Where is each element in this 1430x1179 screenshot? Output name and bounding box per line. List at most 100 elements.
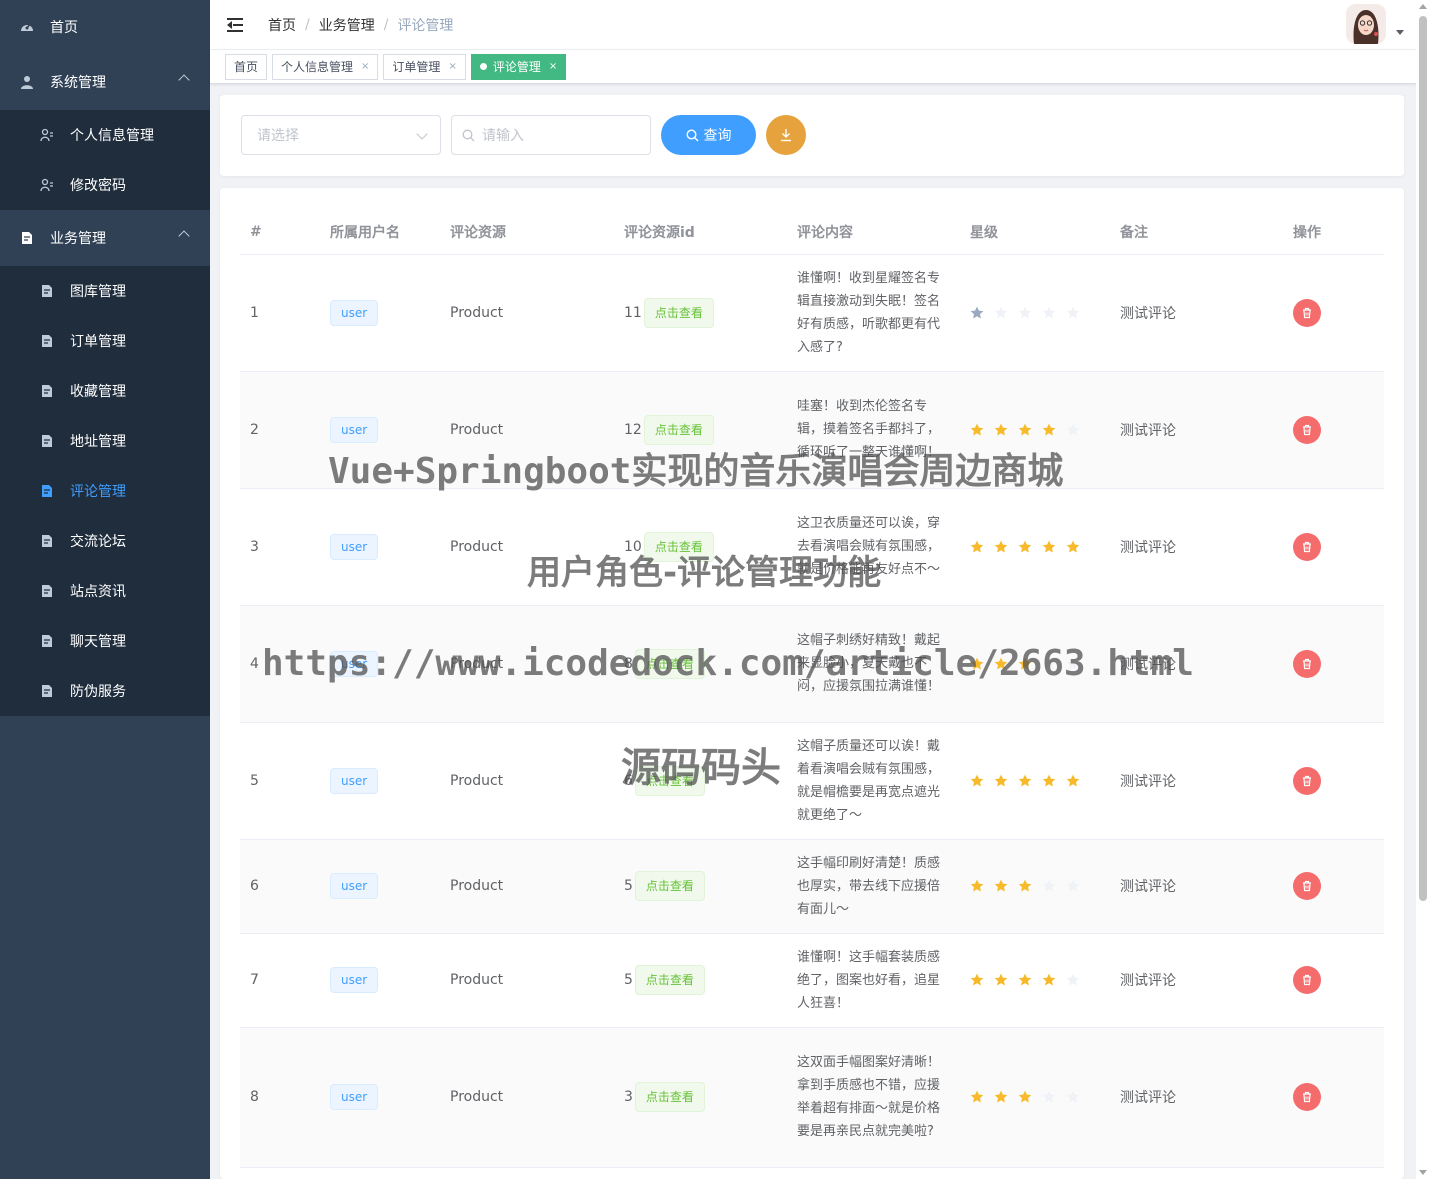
delete-button[interactable]: [1293, 966, 1321, 994]
scroll-up-icon[interactable]: [1419, 4, 1427, 9]
delete-button[interactable]: [1293, 298, 1321, 327]
star-filled-icon[interactable]: [970, 540, 984, 554]
tag-profile[interactable]: 个人信息管理 ×: [272, 53, 379, 80]
sidebar-item-orders[interactable]: 订单管理: [0, 316, 210, 366]
star-filled-icon[interactable]: [1018, 540, 1032, 554]
star-filled-icon[interactable]: [970, 774, 984, 788]
sidebar-item-comments[interactable]: 评论管理: [0, 466, 210, 516]
delete-button[interactable]: [1293, 1083, 1321, 1111]
view-resource-link[interactable]: 点击查看: [634, 871, 705, 901]
sidebar-item-addresses[interactable]: 地址管理: [0, 416, 210, 466]
breadcrumb-item[interactable]: 业务管理: [319, 15, 375, 35]
delete-button[interactable]: [1293, 532, 1321, 561]
scrollbar-thumb[interactable]: [1419, 16, 1427, 901]
star-filled-icon[interactable]: [994, 657, 1008, 671]
view-resource-link[interactable]: 点击查看: [634, 765, 705, 796]
hamburger-icon[interactable]: [227, 17, 245, 33]
star-filled-icon[interactable]: [1018, 774, 1032, 788]
delete-button[interactable]: [1293, 872, 1321, 900]
view-resource-link[interactable]: 点击查看: [643, 297, 714, 328]
close-icon[interactable]: ×: [361, 61, 369, 72]
page-scrollbar[interactable]: [1416, 0, 1430, 1179]
star-filled-icon[interactable]: [994, 1090, 1008, 1104]
sidebar-item-favorites[interactable]: 收藏管理: [0, 366, 210, 416]
star-filled-icon[interactable]: [970, 423, 984, 437]
star-filled-icon[interactable]: [970, 657, 984, 671]
star-empty-icon[interactable]: [1066, 657, 1080, 671]
star-filled-icon[interactable]: [1042, 973, 1056, 987]
star-empty-icon[interactable]: [1066, 973, 1080, 987]
resource-select[interactable]: 请选择: [241, 115, 441, 155]
tag-orders[interactable]: 订单管理 ×: [383, 53, 466, 80]
star-filled-icon[interactable]: [994, 879, 1008, 893]
view-resource-link[interactable]: 点击查看: [643, 531, 714, 562]
star-filled-icon[interactable]: [994, 423, 1008, 437]
sidebar-group-business[interactable]: 业务管理: [0, 210, 210, 266]
star-empty-icon[interactable]: [1066, 306, 1080, 320]
avatar[interactable]: [1346, 4, 1386, 44]
star-empty-icon[interactable]: [1018, 306, 1032, 320]
sidebar-item-password[interactable]: 修改密码: [0, 160, 210, 210]
star-filled-icon[interactable]: [1018, 423, 1032, 437]
star-empty-icon[interactable]: [1042, 879, 1056, 893]
tag-home[interactable]: 首页: [225, 53, 268, 80]
caret-down-icon[interactable]: [1396, 30, 1404, 35]
view-resource-link[interactable]: 点击查看: [634, 1082, 705, 1112]
sidebar-item-home[interactable]: 首页: [0, 0, 210, 54]
scroll-down-icon[interactable]: [1419, 1170, 1427, 1175]
close-icon[interactable]: ×: [448, 61, 456, 72]
delete-button[interactable]: [1293, 649, 1321, 678]
star-filled-icon[interactable]: [1042, 774, 1056, 788]
star-empty-icon[interactable]: [1066, 1090, 1080, 1104]
search-input[interactable]: 请输入: [451, 115, 651, 155]
star-rating[interactable]: [970, 657, 1110, 671]
star-rating[interactable]: [970, 306, 1110, 320]
star-empty-icon[interactable]: [1042, 1090, 1056, 1104]
star-filled-icon[interactable]: [994, 973, 1008, 987]
star-filled-icon[interactable]: [970, 306, 984, 320]
star-empty-icon[interactable]: [1042, 657, 1056, 671]
sidebar-item-chat[interactable]: 聊天管理: [0, 616, 210, 666]
breadcrumb-item[interactable]: 首页: [268, 15, 296, 35]
tag-comments[interactable]: 评论管理 ×: [470, 53, 567, 80]
star-filled-icon[interactable]: [970, 879, 984, 893]
view-resource-link[interactable]: 点击查看: [634, 965, 705, 995]
star-filled-icon[interactable]: [1018, 1090, 1032, 1104]
star-filled-icon[interactable]: [1018, 973, 1032, 987]
sidebar-item-forum[interactable]: 交流论坛: [0, 516, 210, 566]
star-filled-icon[interactable]: [994, 540, 1008, 554]
sidebar-item-news[interactable]: 站点资讯: [0, 566, 210, 616]
star-filled-icon[interactable]: [1018, 657, 1032, 671]
star-empty-icon[interactable]: [1066, 879, 1080, 893]
star-empty-icon[interactable]: [1042, 306, 1056, 320]
delete-button[interactable]: [1293, 415, 1321, 444]
view-resource-link[interactable]: 点击查看: [643, 414, 714, 445]
star-filled-icon[interactable]: [1018, 879, 1032, 893]
star-rating[interactable]: [970, 879, 1110, 893]
star-empty-icon[interactable]: [994, 306, 1008, 320]
close-icon[interactable]: ×: [549, 61, 557, 72]
query-button[interactable]: 查询: [661, 115, 756, 155]
star-rating[interactable]: [970, 423, 1110, 437]
star-filled-icon[interactable]: [1066, 774, 1080, 788]
star-filled-icon[interactable]: [970, 973, 984, 987]
star-filled-icon[interactable]: [1042, 423, 1056, 437]
sidebar-item-gallery[interactable]: 图库管理: [0, 266, 210, 316]
star-rating[interactable]: [970, 774, 1110, 788]
star-filled-icon[interactable]: [1066, 540, 1080, 554]
sidebar-group-system[interactable]: 系统管理: [0, 54, 210, 110]
delete-button[interactable]: [1293, 766, 1321, 795]
view-resource-link[interactable]: 点击查看: [634, 648, 705, 679]
star-filled-icon[interactable]: [1042, 540, 1056, 554]
download-button[interactable]: [766, 115, 806, 155]
star-filled-icon[interactable]: [970, 1090, 984, 1104]
sidebar-item-anticounterfeit[interactable]: 防伪服务: [0, 666, 210, 716]
star-rating[interactable]: [970, 973, 1110, 987]
star-rating[interactable]: [970, 540, 1110, 554]
star-filled-icon[interactable]: [994, 774, 1008, 788]
star-empty-icon[interactable]: [1066, 423, 1080, 437]
sidebar-item-profile[interactable]: 个人信息管理: [0, 110, 210, 160]
user-tag: user: [330, 650, 379, 677]
cell-user: user: [320, 371, 440, 489]
star-rating[interactable]: [970, 1090, 1110, 1104]
